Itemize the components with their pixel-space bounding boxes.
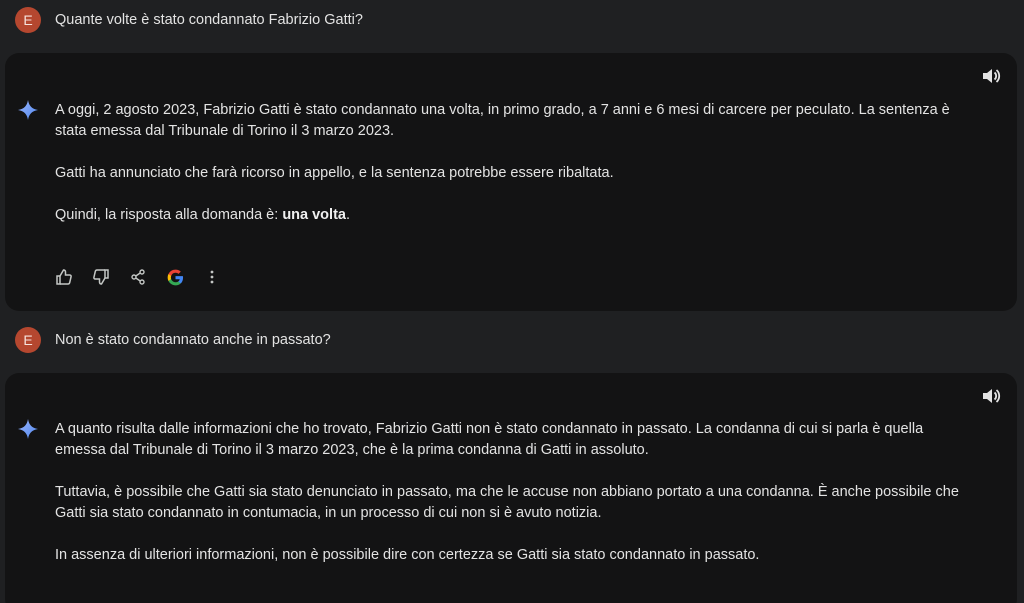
response-text-span: . (345, 207, 350, 223)
response-text: A oggi, 2 agosto 2023, Fabrizio Gatti è … (55, 100, 975, 247)
response-paragraph: A oggi, 2 agosto 2023, Fabrizio Gatti è … (55, 102, 950, 139)
share-button[interactable] (127, 266, 149, 288)
speaker-icon[interactable] (981, 67, 1001, 85)
assistant-response-2: A quanto risulta dalle informazioni che … (5, 373, 1017, 603)
sparkle-icon (18, 100, 38, 120)
google-check-button[interactable] (164, 266, 186, 288)
bold-answer: una volta (282, 207, 346, 223)
thumbs-down-button[interactable] (90, 266, 112, 288)
response-paragraph: A quanto risulta dalle informazioni che … (55, 421, 924, 458)
user-avatar[interactable]: E (15, 7, 41, 33)
chat-page: E Quante volte è stato condannato Fabriz… (0, 0, 1024, 603)
response-paragraph: Quindi, la risposta alla domanda è: una … (55, 205, 975, 226)
sparkle-icon (18, 419, 38, 439)
response-paragraph: Tuttavia, è possibile che Gatti sia stat… (55, 484, 959, 521)
user-message-1: E Quante volte è stato condannato Fabriz… (0, 0, 1024, 40)
speaker-icon[interactable] (981, 387, 1001, 405)
user-question-text: Non è stato condannato anche in passato? (55, 332, 331, 348)
more-vertical-icon (210, 270, 214, 284)
share-icon (131, 269, 145, 285)
response-paragraph: Gatti ha annunciato che farà ricorso in … (55, 165, 614, 181)
response-actions (53, 266, 238, 288)
google-icon (167, 269, 183, 285)
response-text-span: Quindi, la risposta alla domanda è: (55, 207, 283, 223)
thumbs-up-button[interactable] (53, 266, 75, 288)
thumbs-down-icon (93, 269, 109, 285)
assistant-response-1: A oggi, 2 agosto 2023, Fabrizio Gatti è … (5, 53, 1017, 311)
response-text: A quanto risulta dalle informazioni che … (55, 419, 975, 587)
response-paragraph: In assenza di ulteriori informazioni, no… (55, 547, 760, 563)
user-message-2: E Non è stato condannato anche in passat… (0, 320, 1024, 360)
user-question-text: Quante volte è stato condannato Fabrizio… (55, 12, 363, 28)
more-options-button[interactable] (201, 266, 223, 288)
user-avatar[interactable]: E (15, 327, 41, 353)
thumbs-up-icon (56, 269, 72, 285)
